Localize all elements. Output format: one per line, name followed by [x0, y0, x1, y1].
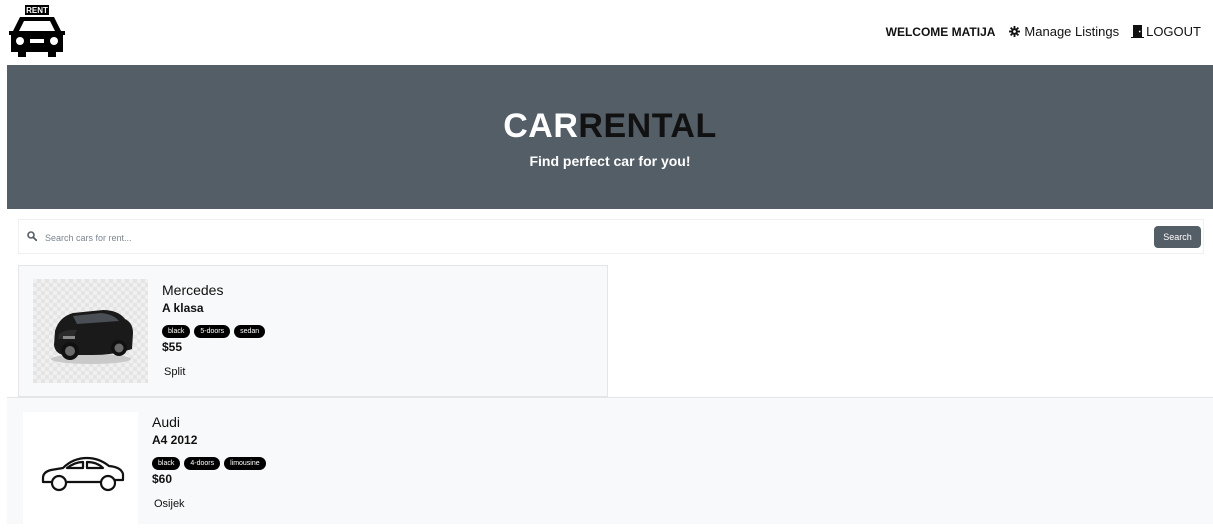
search-bar: Search: [18, 219, 1204, 254]
top-navbar: RENT WELCOME MATIJA Manage Listings LOGO…: [0, 0, 1213, 65]
tag-badge: limousine: [224, 457, 266, 470]
car-info: Mercedes A klasa black 5-doors sedan $55…: [162, 282, 269, 379]
logout-label: LOGOUT: [1146, 24, 1201, 39]
car-tags: black 4-doors limousine: [152, 457, 270, 470]
hero-subtitle: Find perfect car for you!: [529, 153, 691, 169]
welcome-text: WELCOME MATIJA: [885, 24, 996, 39]
car-info: Audi A4 2012 black 4-doors limousine $60…: [152, 414, 270, 511]
gear-icon: [1009, 26, 1021, 37]
car-model: A klasa: [162, 301, 204, 315]
logo-text: RENT: [26, 6, 48, 15]
tag-badge: 4-doors: [184, 457, 221, 470]
tag-badge: sedan: [234, 325, 266, 338]
car-price: $55: [162, 340, 183, 354]
manage-listings-link[interactable]: Manage Listings: [1009, 24, 1119, 39]
search-input[interactable]: [43, 227, 1147, 249]
tag-badge: black: [162, 325, 191, 338]
car-image: [23, 412, 138, 525]
car-listing-card[interactable]: Mercedes A klasa black 5-doors sedan $55…: [18, 265, 608, 397]
search-icon: [27, 231, 37, 241]
hero-title: CARRENTAL: [7, 106, 1213, 146]
search-button[interactable]: Search: [1154, 226, 1201, 248]
car-tags: black 5-doors sedan: [162, 325, 269, 338]
tag-badge: 5-doors: [194, 325, 231, 338]
sedan-outline-icon: [41, 456, 125, 492]
car-location: Osijek: [154, 498, 185, 510]
logout-link[interactable]: LOGOUT: [1131, 24, 1201, 39]
hero-banner: CARRENTAL Find perfect car for you!: [7, 65, 1213, 209]
car-image: [33, 279, 148, 383]
car-listing-card[interactable]: Audi A4 2012 black 4-doors limousine $60…: [7, 397, 1213, 525]
car-location: Split: [164, 366, 186, 378]
car-model: A4 2012: [152, 433, 198, 447]
hero-title-rental: RENTAL: [578, 107, 717, 145]
car-price: $60: [152, 472, 173, 486]
manage-listings-label: Manage Listings: [1024, 24, 1120, 39]
top-nav-links: WELCOME MATIJA Manage Listings LOGOUT: [886, 24, 1201, 39]
tag-badge: black: [152, 457, 181, 470]
car-make: Mercedes: [162, 282, 224, 298]
rent-car-logo-icon[interactable]: RENT: [6, 4, 68, 58]
car-make: Audi: [152, 414, 181, 430]
door-exit-icon: [1131, 25, 1145, 38]
suv-car-photo-icon: [51, 310, 133, 364]
hero-title-car: CAR: [503, 107, 579, 145]
